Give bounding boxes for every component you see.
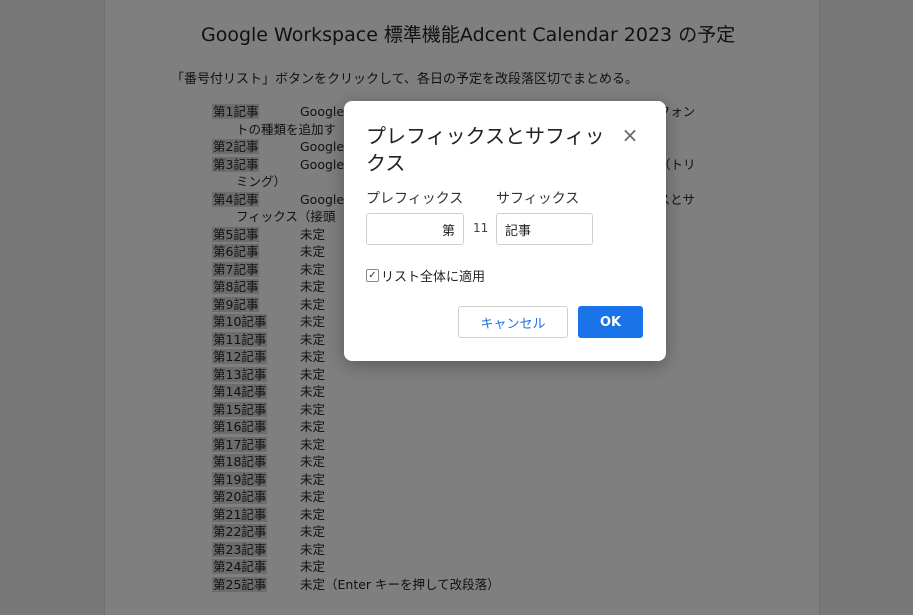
- ok-button[interactable]: OK: [578, 306, 643, 338]
- apply-all-checkbox[interactable]: ✓: [366, 269, 379, 282]
- apply-all-row[interactable]: ✓ リスト全体に適用: [366, 266, 485, 285]
- prefix-input[interactable]: [366, 213, 464, 245]
- cancel-button[interactable]: キャンセル: [458, 306, 568, 338]
- dialog-title: プレフィックスとサフィックス: [366, 124, 605, 175]
- number-sample: 11: [473, 221, 489, 235]
- suffix-input[interactable]: [496, 213, 593, 245]
- close-icon[interactable]: ×: [618, 123, 642, 147]
- prefix-suffix-dialog: プレフィックスとサフィックス × プレフィックス サフィックス 11 ✓ リスト…: [344, 101, 666, 361]
- apply-all-label: リスト全体に適用: [381, 270, 486, 285]
- prefix-label: プレフィックス: [366, 191, 464, 207]
- suffix-label: サフィックス: [496, 191, 580, 207]
